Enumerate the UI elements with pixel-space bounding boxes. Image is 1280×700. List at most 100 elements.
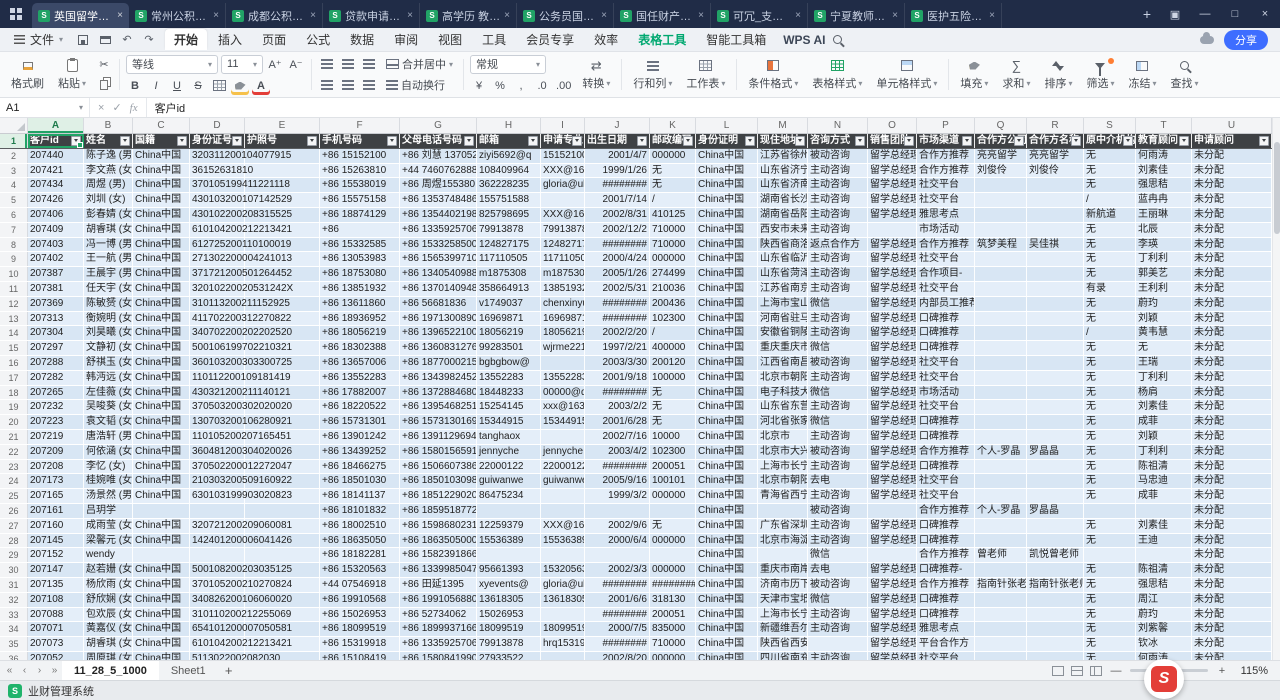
cell[interactable]: ########: [585, 386, 650, 400]
cell[interactable]: +86 1391129694: [400, 430, 477, 444]
cell[interactable]: 罗晶晶: [1027, 504, 1084, 518]
cell[interactable]: 未分配: [1192, 578, 1272, 592]
cell[interactable]: +86 18056219: [320, 326, 400, 340]
filter-dropdown-icon[interactable]: [1179, 136, 1189, 146]
cell[interactable]: 社交平台: [917, 178, 975, 192]
cell[interactable]: guiwanwe: [477, 474, 541, 488]
cell[interactable]: ########: [585, 297, 650, 311]
cell[interactable]: 主动咨询: [808, 312, 868, 326]
cell[interactable]: China中国: [696, 312, 758, 326]
cell[interactable]: [1136, 548, 1192, 562]
cell[interactable]: [975, 519, 1027, 533]
cell[interactable]: China中国: [133, 164, 190, 178]
file-tab[interactable]: S成都公积金.xlsx×: [226, 3, 323, 28]
close-tab-icon[interactable]: ×: [892, 10, 898, 21]
cell[interactable]: China中国: [696, 652, 758, 660]
column-header[interactable]: H: [477, 118, 541, 133]
wps-ai-button[interactable]: WPS AI: [777, 33, 831, 47]
cell[interactable]: 15344915: [477, 415, 541, 429]
cell[interactable]: 郭美艺: [1136, 267, 1192, 281]
cell[interactable]: [477, 504, 541, 518]
cancel-entry-icon[interactable]: ×: [98, 102, 104, 114]
sheet-tab[interactable]: 11_28_5_1000: [62, 661, 159, 680]
cell[interactable]: 被动咨询: [808, 356, 868, 370]
cell[interactable]: +86 1372884680: [400, 386, 477, 400]
cell[interactable]: [1027, 474, 1084, 488]
cell[interactable]: China中国: [696, 474, 758, 488]
cell[interactable]: [1027, 489, 1084, 503]
cell[interactable]: chenxinyu: [541, 297, 585, 311]
cell[interactable]: 口碑推荐: [917, 341, 975, 355]
cell[interactable]: 主动咨询: [808, 193, 868, 207]
cell[interactable]: China中国: [133, 371, 190, 385]
cell[interactable]: [245, 326, 320, 340]
cell[interactable]: 207426: [28, 193, 84, 207]
cell[interactable]: China中国: [133, 356, 190, 370]
cell[interactable]: ########: [585, 178, 650, 192]
cell[interactable]: /: [650, 193, 696, 207]
cell[interactable]: 未分配: [1192, 519, 1272, 533]
cell[interactable]: China中国: [696, 445, 758, 459]
increase-font-button[interactable]: A⁺: [266, 55, 284, 73]
cell[interactable]: 未分配: [1192, 178, 1272, 192]
row-header[interactable]: 22: [0, 445, 28, 459]
close-tab-icon[interactable]: ×: [504, 10, 510, 21]
cell[interactable]: [1027, 223, 1084, 237]
cell[interactable]: 207232: [28, 400, 84, 414]
cell[interactable]: 何雨涛: [1136, 149, 1192, 163]
cell[interactable]: +86 13439252: [320, 445, 400, 459]
cell[interactable]: 无: [1084, 534, 1136, 548]
cell[interactable]: +86 1573130169: [400, 415, 477, 429]
align-center-button[interactable]: [339, 55, 357, 73]
cell[interactable]: +86 15731301: [320, 415, 400, 429]
cell[interactable]: +86 1339985047: [400, 563, 477, 577]
align-middle-button[interactable]: [339, 76, 357, 94]
cell[interactable]: 2002/7/16: [585, 430, 650, 444]
cell[interactable]: [245, 504, 320, 518]
cell[interactable]: 陈敏赟 (女: [84, 297, 133, 311]
cell[interactable]: +86 18466275: [320, 460, 400, 474]
cell[interactable]: 社交平台: [917, 282, 975, 296]
cell[interactable]: [1084, 504, 1136, 518]
cell[interactable]: 留学总经理: [868, 208, 917, 222]
cell[interactable]: +86 15332585: [320, 238, 400, 252]
cell[interactable]: 留学总经理: [868, 371, 917, 385]
cell[interactable]: [975, 652, 1027, 660]
name-box[interactable]: A1▾: [0, 98, 90, 117]
cell[interactable]: [245, 474, 320, 488]
cell[interactable]: 15536389: [541, 534, 585, 548]
cell[interactable]: 主动咨询: [808, 622, 868, 636]
cell[interactable]: [975, 400, 1027, 414]
cell[interactable]: 207088: [28, 608, 84, 622]
cell[interactable]: 2001/4/7: [585, 149, 650, 163]
menu-tab[interactable]: 表格工具: [629, 29, 695, 50]
cell[interactable]: 杨欣雨 (女: [84, 578, 133, 592]
cell[interactable]: 留学总经理: [868, 326, 917, 340]
row-header[interactable]: 25: [0, 489, 28, 503]
menu-tab[interactable]: 效率: [585, 29, 627, 50]
paste-button[interactable]: 粘贴▾: [53, 57, 91, 92]
header-cell[interactable]: 身份证号: [190, 134, 245, 148]
cell[interactable]: 15344915: [541, 415, 585, 429]
cell[interactable]: [133, 504, 190, 518]
cell[interactable]: 610104200212213421: [190, 223, 245, 237]
cell[interactable]: China中国: [133, 474, 190, 488]
cell[interactable]: 口碑推荐: [917, 326, 975, 340]
cell[interactable]: China中国: [133, 386, 190, 400]
column-header[interactable]: S: [1084, 118, 1136, 133]
cell[interactable]: [245, 548, 320, 562]
cell[interactable]: 654101200007050581: [190, 622, 245, 636]
cell[interactable]: [245, 622, 320, 636]
cell[interactable]: +86 1851229020: [400, 489, 477, 503]
cell[interactable]: 雅思考点: [917, 622, 975, 636]
cell[interactable]: 社交平台: [917, 474, 975, 488]
cell[interactable]: China中国: [133, 534, 190, 548]
cell[interactable]: 207421: [28, 164, 84, 178]
zoom-level[interactable]: 115%: [1236, 665, 1268, 677]
cell[interactable]: 210303200509160922: [190, 474, 245, 488]
cell[interactable]: China中国: [133, 178, 190, 192]
cell[interactable]: 15254145: [477, 400, 541, 414]
cell[interactable]: 未分配: [1192, 312, 1272, 326]
cell[interactable]: [1027, 460, 1084, 474]
cell[interactable]: China中国: [696, 297, 758, 311]
